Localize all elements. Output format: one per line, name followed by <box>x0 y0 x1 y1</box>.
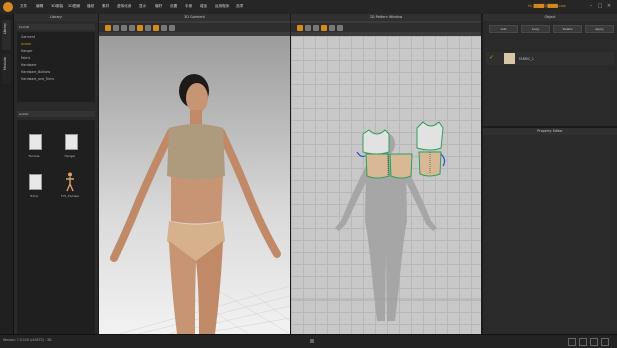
file-label: Female <box>28 154 40 158</box>
library-panel: Library CLO3D Garment Avatar Hanger Fabr… <box>14 14 98 345</box>
delete-button[interactable]: Delete <box>553 25 582 33</box>
folder-icon <box>29 174 42 190</box>
3d-viewport[interactable] <box>99 36 291 335</box>
tab-modular[interactable]: Modular <box>2 54 11 84</box>
layout-3-icon[interactable] <box>590 338 598 346</box>
menu-options[interactable]: 选项 <box>236 4 243 9</box>
polygon-tool-icon[interactable] <box>313 24 319 31</box>
transform-pattern-icon[interactable] <box>297 24 303 31</box>
fold-tool-icon[interactable] <box>137 24 143 31</box>
tree-item-hanger[interactable]: Hanger <box>21 49 33 53</box>
camera-tool-icon[interactable] <box>169 24 175 31</box>
layout-1-icon[interactable] <box>568 338 576 346</box>
tab-modular-label: Modular <box>3 57 7 70</box>
side-tab-bar: Library Modular <box>0 14 14 334</box>
add-button[interactable]: Add <box>489 25 518 33</box>
library-path-bar[interactable]: Avatar <box>17 111 95 117</box>
property-editor-panel: Property Editor <box>483 128 617 334</box>
library-title: Library <box>14 14 98 21</box>
library-path-label: Avatar <box>19 112 29 116</box>
pattern-pieces <box>291 121 481 321</box>
2d-pattern-canvas[interactable] <box>291 36 481 334</box>
property-editor-title: Property Editor <box>483 128 617 135</box>
free-sewing-icon[interactable] <box>329 24 335 31</box>
library-header[interactable]: CLO3D <box>17 24 95 30</box>
file-label: Hanger <box>64 154 76 158</box>
menu-avatar[interactable]: 虚拟化身 <box>117 4 131 9</box>
edit-pattern-icon[interactable] <box>305 24 311 31</box>
file-item[interactable]: FV1_Female <box>59 172 81 202</box>
copy-button[interactable]: Copy <box>521 25 550 33</box>
fabric-swatch-icon <box>504 53 515 64</box>
menu-manual[interactable]: 手册 <box>185 4 192 9</box>
status-text: Version: 7.0.110 (r44572) · 3D <box>3 338 52 342</box>
minimize-icon[interactable]: – <box>588 3 594 9</box>
folder-icon <box>29 134 42 150</box>
2d-window-title: 2D Pattern Window <box>291 14 481 21</box>
menu-sewing[interactable]: 缝纫 <box>87 4 94 9</box>
brush-tool-icon[interactable] <box>145 24 151 31</box>
3d-window-title: 3D Garment <box>99 14 290 21</box>
2d-pattern-window: 2D Pattern Window <box>291 14 481 334</box>
2d-toolbar <box>291 23 481 32</box>
library-header-label: CLO3D <box>19 25 30 29</box>
tree-item-garment[interactable]: Garment <box>21 35 35 39</box>
tree-item-hardware-trims[interactable]: Hardware_and_Trims <box>21 77 54 81</box>
menu-2d-pattern[interactable]: 2D图案 <box>68 4 80 9</box>
tree-item-fabric[interactable]: Fabric <box>21 56 30 60</box>
status-bar: Version: 7.0.110 (r44572) · 3D <box>0 334 617 348</box>
layout-4-icon[interactable] <box>601 338 609 346</box>
file-item[interactable]: Hanger <box>59 132 81 162</box>
menu-bar: 文件 编辑 3D服装 2D图案 缝纫 素材 虚拟化身 显示 偏好 设置 手册 增… <box>0 0 617 15</box>
menu-file[interactable]: 文件 <box>20 4 27 9</box>
fabric-list-item[interactable]: ✓ FABRIC_1 <box>486 52 614 65</box>
resize-handle-icon[interactable] <box>310 339 314 343</box>
maximize-icon[interactable]: □ <box>597 3 603 9</box>
select-tool-icon[interactable] <box>105 24 111 31</box>
file-label: Trims <box>30 194 38 198</box>
app-logo-icon[interactable] <box>3 2 13 12</box>
menu-3d-garment[interactable]: 3D服装 <box>51 4 63 9</box>
rotate-tool-icon[interactable] <box>121 24 127 31</box>
tab-library[interactable]: Library <box>2 20 11 50</box>
tree-item-hardware[interactable]: Hardware <box>21 63 36 67</box>
edit-texture-icon[interactable] <box>337 24 343 31</box>
fabric-name: FABRIC_1 <box>519 57 534 61</box>
tape-tool-icon[interactable] <box>161 24 167 31</box>
menu-display[interactable]: 显示 <box>139 4 146 9</box>
move-tool-icon[interactable] <box>113 24 119 31</box>
folder-icon <box>65 134 78 150</box>
user-account-label[interactable]: Hi, ████@████.com <box>528 4 566 8</box>
file-item[interactable]: Trims <box>23 172 45 202</box>
tree-item-avatar[interactable]: Avatar <box>21 42 31 46</box>
tree-item-hardware-buttons[interactable]: Hardware_Buttons <box>21 70 50 74</box>
tab-library-label: Library <box>3 23 7 35</box>
menu-preferences[interactable]: 偏好 <box>155 4 162 9</box>
3d-garment-window: 3D Garment <box>99 14 291 335</box>
measure-tool-icon[interactable] <box>153 24 159 31</box>
segment-sewing-icon[interactable] <box>321 24 327 31</box>
file-label: FV1_Female <box>60 194 80 198</box>
object-browser-panel: Object Add Copy Delete Apply ✓ FABRIC_1 <box>483 14 617 126</box>
file-item[interactable]: Female <box>23 132 45 162</box>
library-tree[interactable]: Garment Avatar Hanger Fabric Hardware Ha… <box>17 32 95 102</box>
library-file-grid: Female Hanger Trims FV1_Female <box>17 120 95 345</box>
menu-settings[interactable]: 设置 <box>170 4 177 9</box>
avatar-3d-model <box>110 74 291 335</box>
menu-materials[interactable]: 素材 <box>102 4 109 9</box>
close-icon[interactable]: × <box>606 3 612 9</box>
layout-2-icon[interactable] <box>579 338 587 346</box>
check-icon: ✓ <box>489 54 495 61</box>
object-browser-title: Object <box>483 14 617 21</box>
avatar-icon <box>66 172 74 192</box>
3d-toolbar <box>99 23 290 32</box>
apply-button[interactable]: Apply <box>585 25 614 33</box>
menu-plugins[interactable]: 运用程序 <box>215 4 229 9</box>
menu-edit[interactable]: 编辑 <box>36 4 43 9</box>
pin-tool-icon[interactable] <box>129 24 135 31</box>
menu-add[interactable]: 增加 <box>200 4 207 9</box>
